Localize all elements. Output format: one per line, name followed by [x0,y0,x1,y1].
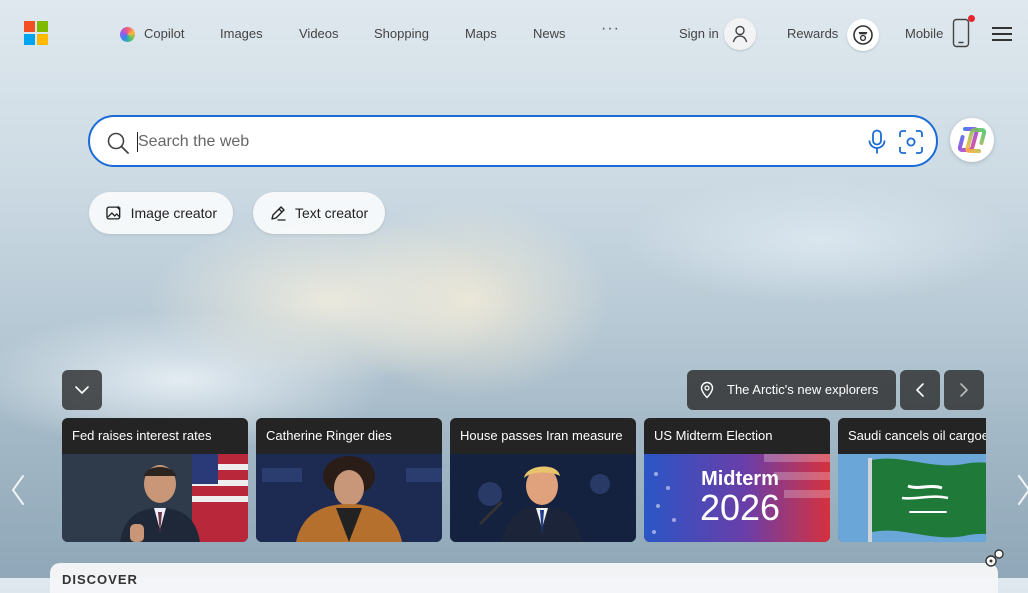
news-card-title: Fed raises interest rates [62,418,248,454]
copilot-button[interactable] [950,118,994,162]
news-card-image [838,454,986,542]
nav-images[interactable]: Images [220,26,263,41]
news-card[interactable]: Fed raises interest rates [62,418,248,542]
copilot-icon [120,27,135,42]
news-card-image [256,454,442,542]
news-card-title: House passes Iran measure [450,418,636,454]
text-creator-label: Text creator [295,205,369,221]
discover-label: DISCOVER [62,572,138,587]
search-icon [107,132,129,154]
sign-in-link[interactable]: Sign in [679,26,719,41]
chevron-down-icon [75,386,89,394]
carousel-right-arrow-icon[interactable] [1014,472,1028,508]
previous-background-button[interactable] [900,370,940,410]
nav-videos[interactable]: Videos [299,26,339,41]
pen-icon [271,206,286,221]
nav-copilot[interactable]: Copilot [144,26,184,41]
news-card-title: Catherine Ringer dies [256,418,442,454]
phone-icon[interactable] [952,18,970,48]
rewards-badge[interactable] [847,19,879,51]
microphone-icon[interactable] [866,129,888,155]
search-box [88,115,938,167]
collapse-feed-button[interactable] [62,370,102,410]
feedback-icon[interactable] [983,546,1007,570]
news-card-title: Saudi cancels oil cargoes [838,418,986,454]
nav-news[interactable]: News [533,26,566,41]
image-creator-icon [106,205,121,220]
background-story-label: The Arctic's new explorers [727,382,879,397]
trophy-icon [853,25,873,45]
next-background-button[interactable] [944,370,984,410]
discover-feed-header: DISCOVER [50,563,998,593]
nav-maps[interactable]: Maps [465,26,497,41]
more-menu-button[interactable]: ··· [601,20,620,38]
background-story-button[interactable]: The Arctic's new explorers [687,370,896,410]
text-creator-chip[interactable]: Text creator [253,192,385,234]
text-caret [137,132,138,152]
nav-shopping[interactable]: Shopping [374,26,429,41]
avatar[interactable] [724,18,756,50]
visual-search-icon[interactable] [898,129,924,155]
news-card[interactable]: Saudi cancels oil cargoes [838,418,986,542]
top-bar: Copilot Images Videos Shopping Maps News… [0,0,1028,66]
image-creator-chip[interactable]: Image creator [89,192,233,234]
news-card[interactable]: US Midterm Election Midterm 2026 [644,418,830,542]
news-card-title: US Midterm Election [644,418,830,454]
image-creator-label: Image creator [130,205,217,221]
copilot-logo-icon [957,127,987,153]
hamburger-menu-icon[interactable] [991,25,1013,43]
mobile-link[interactable]: Mobile [905,26,943,41]
search-input[interactable] [136,126,840,158]
news-card[interactable]: House passes Iran measure [450,418,636,542]
news-carousel: Fed raises interest rates Catherine Ring… [62,418,986,542]
news-card-image [62,454,248,542]
news-card-image [450,454,636,542]
carousel-left-arrow-icon[interactable] [8,472,28,508]
user-icon [732,25,748,43]
midterm-year-text: 2026 [700,487,780,528]
location-pin-icon [700,381,714,399]
news-card-image: Midterm 2026 [644,454,830,542]
news-card[interactable]: Catherine Ringer dies [256,418,442,542]
rewards-link[interactable]: Rewards [787,26,838,41]
notification-dot [968,15,975,22]
chevron-right-icon [960,383,968,397]
microsoft-logo[interactable] [24,21,48,45]
chevron-left-icon [916,383,924,397]
